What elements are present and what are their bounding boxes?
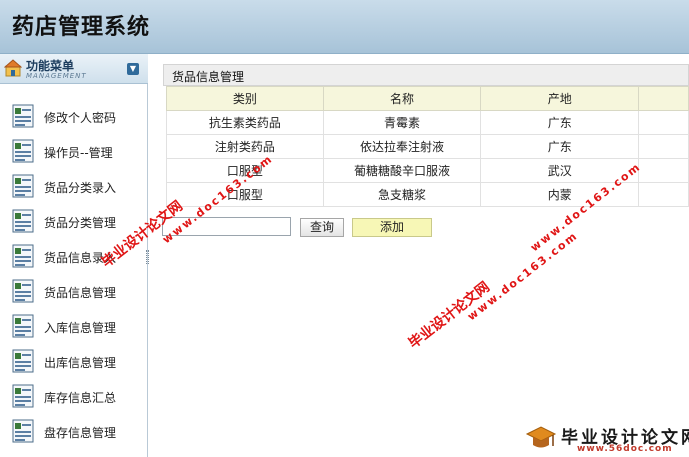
table-cell: 青霉素: [322, 110, 482, 135]
column-header: 产地: [480, 86, 640, 111]
menu-subtitle: MANAGEMENT: [26, 72, 87, 80]
table-cell: 抗生素类药品: [166, 110, 324, 135]
table-cell: 葡糖糖酸辛口服液: [322, 158, 482, 183]
sidebar-item-label: 货品分类录入: [44, 181, 117, 195]
table-row[interactable]: 抗生素类药品 青霉素 广东: [166, 110, 689, 135]
table-cell: [638, 134, 689, 159]
sidebar-item-goods-management[interactable]: 货品信息管理: [0, 276, 146, 306]
table-cell: 广东: [480, 110, 640, 135]
sidebar-item-label: 库存信息汇总: [44, 391, 117, 405]
add-button[interactable]: 添加: [352, 218, 432, 237]
sidebar-item-label: 货品信息管理: [44, 286, 117, 300]
panel-title-bar: 货品信息管理: [163, 64, 689, 86]
form-icon: [12, 279, 34, 303]
sidebar-item-stocktaking[interactable]: 盘存信息管理: [0, 416, 146, 446]
table-cell: [638, 158, 689, 183]
sidebar-splitter[interactable]: [146, 250, 149, 264]
form-icon: [12, 349, 34, 373]
panel-title: 货品信息管理: [172, 70, 245, 84]
table-cell: [638, 110, 689, 135]
sidebar-item-category-entry[interactable]: 货品分类录入: [0, 171, 146, 201]
sidebar-item-operator-management[interactable]: 操作员--管理: [0, 136, 146, 166]
sidebar-item-stock-in[interactable]: 入库信息管理: [0, 311, 146, 341]
column-header: 类别: [166, 86, 324, 111]
sidebar-item-label: 入库信息管理: [44, 321, 117, 335]
form-icon: [12, 104, 34, 128]
sidebar-item-label: 修改个人密码: [44, 111, 117, 125]
query-button[interactable]: 查询: [300, 218, 344, 237]
column-header: 名称: [322, 86, 482, 111]
table-cell: [638, 182, 689, 207]
menu-home-icon: [4, 59, 22, 77]
table-cell: 依达拉奉注射液: [322, 134, 482, 159]
sidebar-item-change-password[interactable]: 修改个人密码: [0, 101, 146, 131]
form-icon: [12, 419, 34, 443]
table-header-row: 类别 名称 产地: [166, 86, 689, 111]
sidebar-item-inventory-summary[interactable]: 库存信息汇总: [0, 381, 146, 411]
site-logo: 毕业设计论文网 www.56doc.com: [525, 422, 689, 457]
logo-url: www.56doc.com: [577, 444, 673, 454]
watermark-url: www.doc163.com: [465, 228, 581, 324]
sidebar-item-label: 货品分类管理: [44, 216, 117, 230]
column-header: [638, 86, 689, 111]
table-cell: 广东: [480, 134, 640, 159]
sidebar-item-label: 盘存信息管理: [44, 426, 117, 440]
form-icon: [12, 314, 34, 338]
form-icon: [12, 384, 34, 408]
sidebar-item-label: 出库信息管理: [44, 356, 117, 370]
form-icon: [12, 209, 34, 233]
mortarboard-icon: [525, 426, 557, 448]
form-icon: [12, 244, 34, 268]
sidebar-item-label: 操作员--管理: [44, 146, 113, 160]
app-title: 药店管理系统: [12, 14, 151, 40]
table-row[interactable]: 注射类药品 依达拉奉注射液 广东: [166, 134, 689, 159]
table-cell: 急支糖浆: [322, 182, 482, 207]
form-icon: [12, 174, 34, 198]
menu-header: 功能菜单 MANAGEMENT ▼: [0, 54, 148, 84]
sidebar-item-category-management[interactable]: 货品分类管理: [0, 206, 146, 236]
app-header: 药店管理系统: [0, 0, 689, 54]
sidebar-item-stock-out[interactable]: 出库信息管理: [0, 346, 146, 376]
collapse-chevron-icon[interactable]: ▼: [127, 63, 139, 75]
form-icon: [12, 139, 34, 163]
table-cell: 注射类药品: [166, 134, 324, 159]
